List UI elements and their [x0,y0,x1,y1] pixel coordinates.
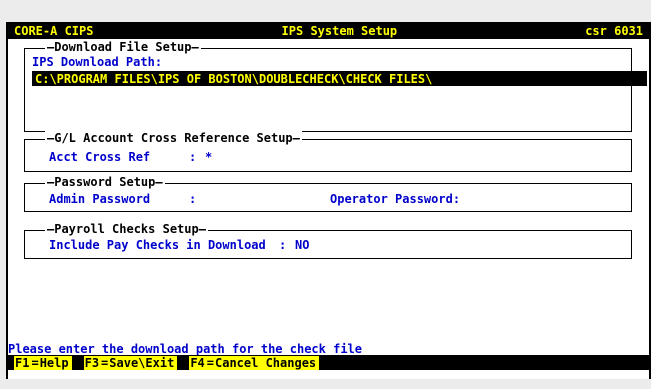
password-section-title: Password Setup [45,175,165,189]
acct-cross-ref-colon: : [189,150,197,164]
f4-cancel-changes-button[interactable]: F4 = Cancel Changes [189,355,320,370]
title-bar: CORE-A CIPS IPS System Setup csr 6031 [6,22,651,39]
download-path-input[interactable] [32,71,647,86]
admin-password-field[interactable] [205,192,285,205]
download-section-title: Download File Setup [45,40,201,54]
f3-sep: = [100,355,110,370]
admin-password-colon: : [189,192,197,206]
f1-label: Help [39,355,72,370]
payroll-checks-setup-section: Payroll Checks Setup Include Pay Checks … [24,222,632,259]
f4-sep: = [205,355,215,370]
f1-help-button[interactable]: F1 = Help [14,355,72,370]
f3-key: F3 [83,355,101,370]
acct-cross-ref-label: Acct Cross Ref [49,150,151,164]
f3-save-exit-button[interactable]: F3 = Save\Exit [83,355,178,370]
function-key-bar: F1 = Help F3 = Save\Exit F4 = Cancel Changes [6,355,651,370]
user-id: csr 6031 [585,23,643,38]
f4-label: Cancel Changes [215,355,320,370]
download-file-setup-section: Download File Setup IPS Download Path: [24,40,647,132]
gl-section-title: G/L Account Cross Reference Setup [45,131,302,145]
password-setup-section: Password Setup Admin Password : Operator… [24,175,632,212]
status-message: Please enter the download path for the c… [8,342,363,356]
operator-password-label: Operator Password: [330,192,461,206]
f1-key: F1 [14,355,31,370]
download-path-label: IPS Download Path: [32,55,163,69]
gl-cross-reference-section: G/L Account Cross Reference Setup Acct C… [24,131,632,172]
f4-key: F4 [189,355,206,370]
screen-title: IPS System Setup [281,23,398,38]
include-pay-checks-colon: : [279,238,287,252]
app-name: CORE-A CIPS [14,23,94,38]
f3-label: Save\Exit [109,355,178,370]
operator-password-field[interactable] [480,192,560,205]
admin-password-label: Admin Password [49,192,151,206]
payroll-section-title: Payroll Checks Setup [45,222,208,236]
include-pay-checks-label: Include Pay Checks in Download [49,238,266,252]
include-pay-checks-field[interactable]: NO [295,238,309,252]
acct-cross-ref-field[interactable]: * [205,150,212,164]
f1-sep: = [30,355,40,370]
